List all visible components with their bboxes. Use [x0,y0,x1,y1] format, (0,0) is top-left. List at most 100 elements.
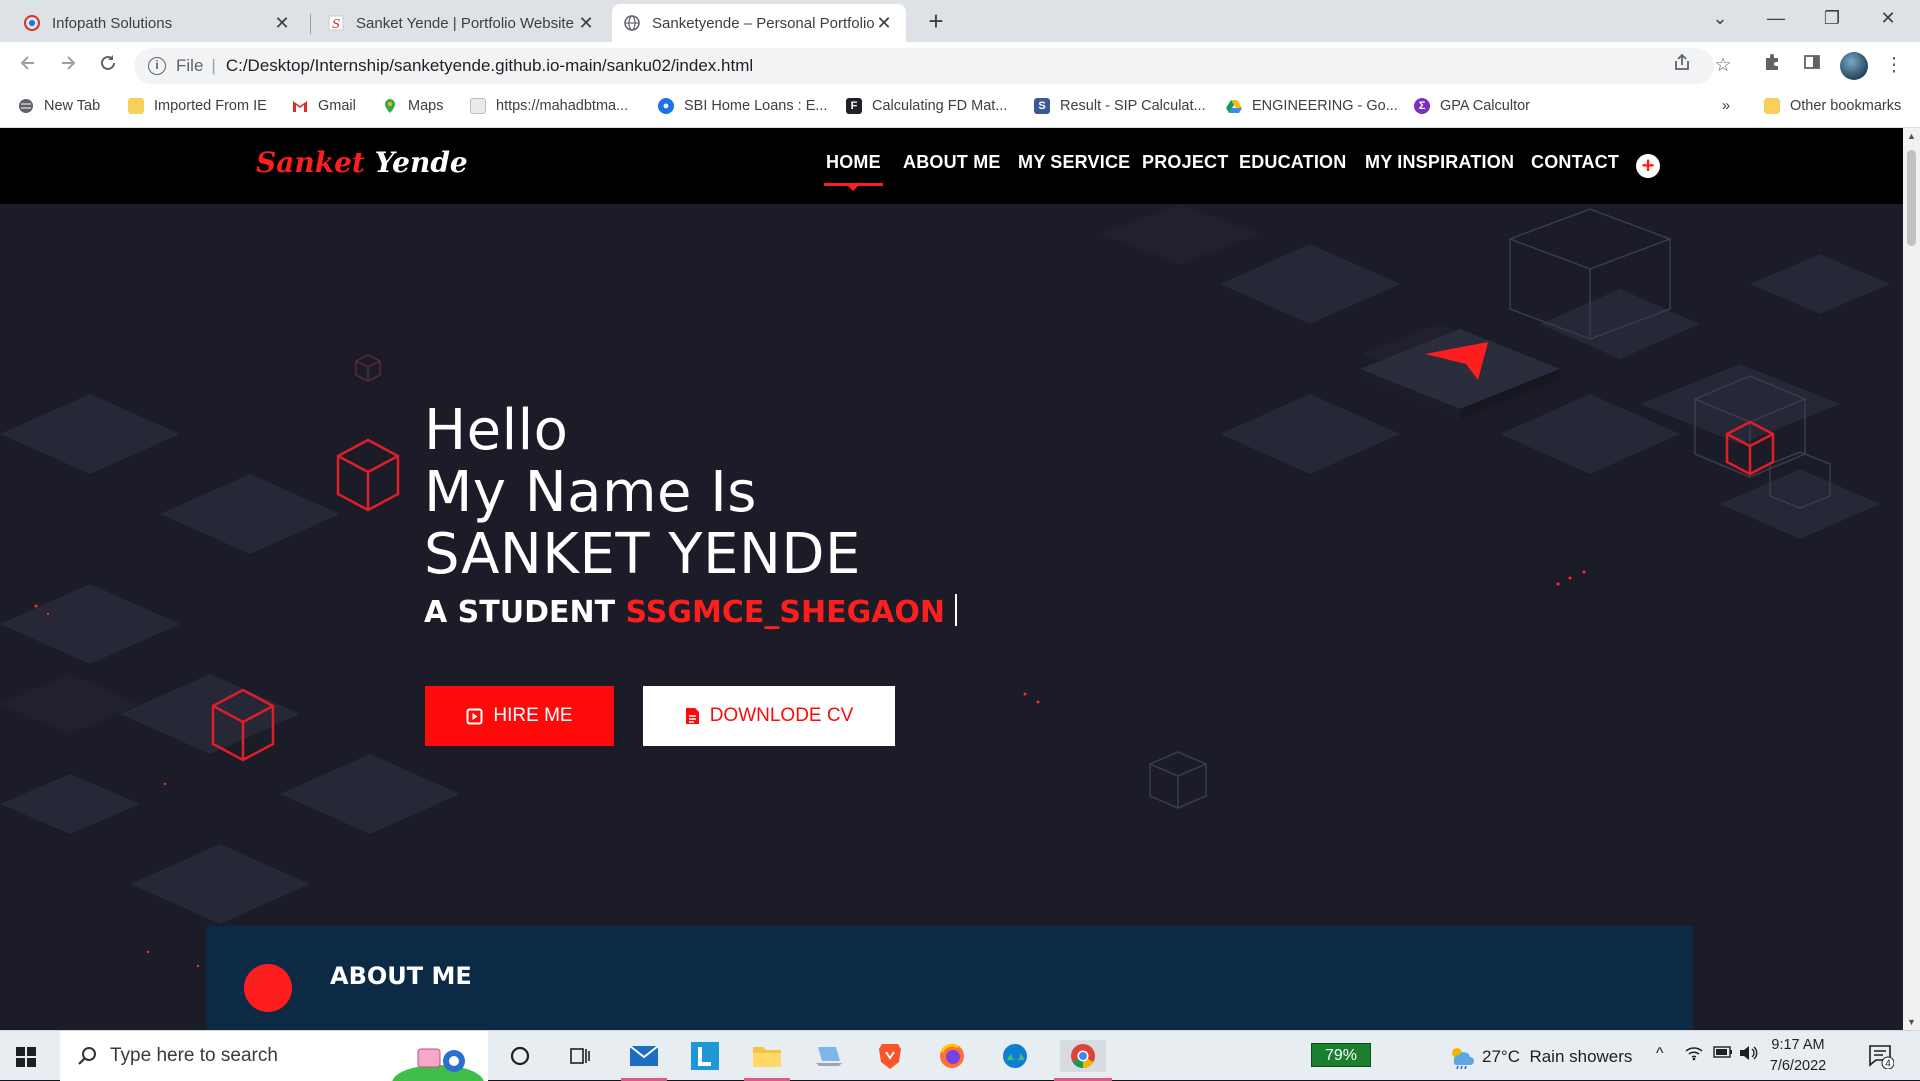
hire-me-button[interactable]: HIRE ME [425,686,614,746]
chevron-up-icon[interactable]: ^ [1656,1045,1664,1063]
nav-my-service[interactable]: MY SERVICE [1018,152,1130,173]
system-clock[interactable]: 9:17 AM 7/6/2022 [1752,1035,1844,1077]
hero-subtitle: A STUDENT SSGMCE_SHEGAON [424,594,958,630]
edge-icon[interactable] [998,1040,1032,1072]
tab-infopath[interactable]: Infopath Solutions ✕ [12,4,304,42]
bookmark-gpa-calculator[interactable]: Σ GPA Calcultor [1414,98,1530,114]
tab-close-icon[interactable]: ✕ [272,13,292,33]
menu-kebab-icon[interactable]: ⋮ [1880,52,1908,80]
folder-icon [128,98,144,114]
firefox-icon[interactable] [935,1040,969,1072]
bookmark-star-icon[interactable]: ☆ [1709,52,1737,80]
weather-temperature: 27°C [1482,1047,1520,1066]
bookmark-label: Other bookmarks [1790,98,1902,114]
notification-center-icon[interactable]: 4 [1868,1043,1895,1070]
weather-widget[interactable]: 27°C Rain showers [1448,1045,1632,1069]
calculator-icon: F [846,98,862,114]
address-bar[interactable]: i File | C:/Desktop/Internship/sanketyen… [134,48,1714,84]
page-scrollbar[interactable]: ▲ ▼ [1903,128,1920,1030]
windows-taskbar: Type here to search 79% 27°C Rain shower [0,1030,1920,1081]
nav-home[interactable]: HOME [824,152,883,191]
bookmark-engineering-drive[interactable]: ENGINEERING - Go... [1226,98,1398,114]
hero-section: Hello My Name Is SANKET YENDE A STUDENT … [0,204,1903,1030]
reload-icon[interactable] [94,52,122,80]
nav-project[interactable]: PROJECT [1142,152,1228,173]
about-title: ABOUT ME [330,962,472,990]
globe-icon [18,98,34,114]
chrome-icon[interactable] [1054,1040,1112,1081]
share-icon[interactable] [1668,52,1696,80]
plus-circle-icon[interactable]: + [1636,154,1660,178]
close-window-button[interactable]: ✕ [1860,0,1916,36]
download-cv-button[interactable]: DOWNLODE CV [643,686,895,746]
mail-app-icon[interactable] [621,1040,667,1081]
clock-time: 9:17 AM [1771,1037,1825,1053]
site-navbar: Sanket Yende HOME ABOUT ME MY SERVICE PR… [0,128,1903,204]
bookmark-imported-ie[interactable]: Imported From IE [128,98,267,114]
scrollbar-thumb[interactable] [1907,150,1916,246]
site-logo[interactable]: Sanket Yende [256,146,468,179]
windows-start-icon[interactable] [16,1047,36,1067]
task-view-icon[interactable] [563,1040,597,1072]
hire-me-label: HIRE ME [493,705,573,726]
globe-icon [624,15,640,31]
bookmark-sbi[interactable]: ● SBI Home Loans : E... [658,98,827,114]
side-panel-icon[interactable] [1798,52,1826,80]
tab-search-icon[interactable]: ⌄ [1692,0,1748,36]
download-cv-label: DOWNLODE CV [709,705,854,726]
bookmark-gmail[interactable]: Gmail [292,98,356,114]
nav-education[interactable]: EDUCATION [1239,152,1346,173]
forward-arrow-icon[interactable] [54,52,82,80]
search-icon [78,1047,96,1065]
svg-text:S: S [332,17,340,31]
new-tab-button[interactable]: + [922,8,950,36]
profile-avatar[interactable] [1840,52,1868,80]
logo-last-name: Yende [374,146,468,179]
search-placeholder: Type here to search [110,1045,278,1066]
play-square-icon [466,708,483,725]
rain-cloud-icon [1452,1048,1474,1069]
restore-button[interactable]: ❐ [1804,0,1860,36]
document-icon [470,98,486,114]
tab-close-icon[interactable]: ✕ [874,13,894,33]
back-arrow-icon[interactable] [14,52,42,80]
bookmarks-overflow-button[interactable]: » [1722,98,1730,114]
battery-icon[interactable] [1713,1045,1733,1064]
bookmarks-bar: New Tab Imported From IE Gmail Maps http… [0,90,1920,128]
maps-pin-icon [382,98,398,114]
bookmark-label: Maps [408,98,444,114]
bookmark-mahadbt[interactable]: https://mahadbtma... [470,98,628,114]
bookmark-fd-calculator[interactable]: F Calculating FD Mat... [846,98,1007,114]
tab-close-icon[interactable]: ✕ [576,13,596,33]
nav-about-me[interactable]: ABOUT ME [903,152,1001,173]
l-app-icon[interactable] [688,1040,722,1072]
battery-percentage-badge: 79% [1311,1043,1371,1067]
laptop-app-icon[interactable] [812,1040,846,1072]
scroll-up-arrow-icon[interactable]: ▲ [1903,128,1920,144]
tab-personal-portfolio[interactable]: Sanketyende – Personal Portfolio ✕ [612,4,906,42]
nav-my-inspiration[interactable]: MY INSPIRATION [1365,152,1514,173]
info-icon[interactable]: i [148,57,166,75]
nav-contact[interactable]: CONTACT [1531,152,1619,173]
gmail-icon [292,98,308,114]
wifi-icon[interactable] [1685,1045,1703,1066]
scroll-down-arrow-icon[interactable]: ▼ [1903,1014,1920,1030]
page-viewport: Sanket Yende HOME ABOUT ME MY SERVICE PR… [0,128,1920,1030]
typing-caret [955,594,958,626]
brave-browser-icon[interactable] [873,1040,907,1072]
hero-intro: My Name Is [424,460,757,525]
bookmark-maps[interactable]: Maps [382,98,443,114]
tab-sanket-portfolio[interactable]: S Sanket Yende | Portfolio Website ✕ [316,4,608,42]
bookmark-sip-result[interactable]: S Result - SIP Calculat... [1034,98,1206,114]
bookmark-new-tab[interactable]: New Tab [18,98,100,114]
taskbar-search-box[interactable]: Type here to search [60,1031,488,1081]
file-explorer-icon[interactable] [744,1040,790,1081]
cortana-icon[interactable] [503,1040,537,1072]
extensions-puzzle-icon[interactable] [1758,52,1786,80]
tab-title: Infopath Solutions [52,14,173,32]
tab-title: Sanket Yende | Portfolio Website [356,14,574,32]
bookmark-label: New Tab [44,98,101,114]
other-bookmarks[interactable]: Other bookmarks [1764,98,1901,114]
browser-toolbar: i File | C:/Desktop/Internship/sanketyen… [0,42,1920,90]
minimize-button[interactable]: — [1748,0,1804,36]
